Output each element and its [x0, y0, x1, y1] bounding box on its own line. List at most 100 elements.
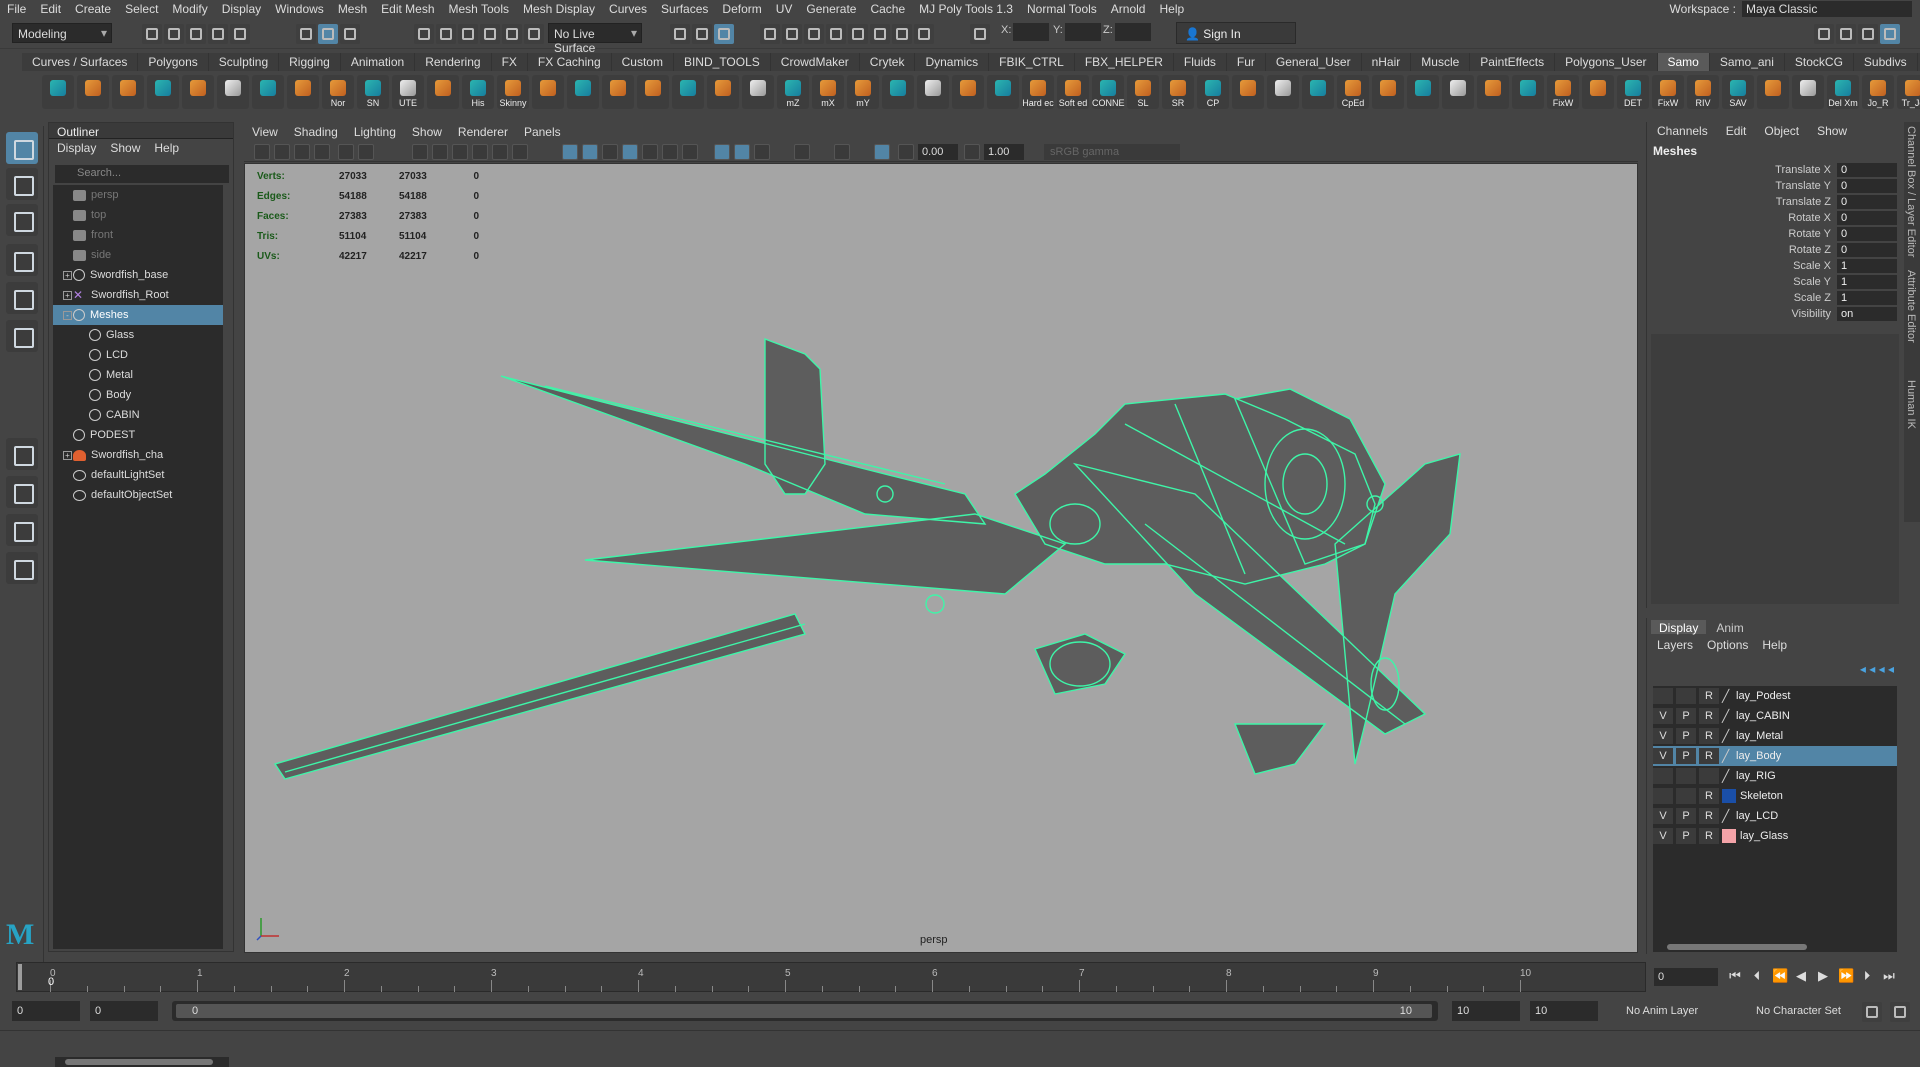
xray-joints-icon[interactable] [754, 144, 770, 160]
go-to-end-icon[interactable]: ⏭ [1882, 968, 1896, 984]
menu-mesh[interactable]: Mesh [331, 2, 374, 16]
layer-color-icon[interactable]: ╱ [1722, 769, 1736, 783]
shelf-button-icon[interactable]: His [462, 75, 494, 109]
channel-row[interactable]: Scale Y 1 [1647, 274, 1904, 290]
channel-row[interactable]: Scale Z 1 [1647, 290, 1904, 306]
shelf-button-icon[interactable]: mZ [777, 75, 809, 109]
render-setup-icon[interactable] [870, 24, 890, 44]
snap-grid-icon[interactable] [414, 24, 434, 44]
current-frame-field[interactable]: 0 [1654, 968, 1718, 986]
safe-action-icon[interactable] [512, 144, 528, 160]
light-editor-icon[interactable] [892, 24, 912, 44]
shelf-button-icon[interactable]: CP [1197, 75, 1229, 109]
modeling-toolkit-icon[interactable] [1814, 24, 1834, 44]
hypershade-icon[interactable] [848, 24, 868, 44]
menu-arnold[interactable]: Arnold [1104, 2, 1153, 16]
layer-tab-display[interactable]: Display [1651, 620, 1707, 635]
step-forward-frame-icon[interactable]: ⏵ [1860, 968, 1874, 984]
viewport-menu-renderer[interactable]: Renderer [450, 122, 516, 142]
shelf-tab-nhair[interactable]: nHair [1362, 53, 1412, 71]
layer-row[interactable]: R ╱ lay_Podest [1653, 686, 1897, 706]
shelf-button-icon[interactable] [1582, 75, 1614, 109]
layer-visibility-toggle[interactable] [1653, 788, 1673, 804]
command-line[interactable] [0, 1030, 1920, 1056]
smooth-shade-icon[interactable] [582, 144, 598, 160]
layer-reference-toggle[interactable]: R [1699, 788, 1719, 804]
film-gate-icon[interactable] [432, 144, 448, 160]
layer-menu-help[interactable]: Help [1762, 638, 1787, 652]
menu-edit[interactable]: Edit [33, 2, 68, 16]
input-ops-icon[interactable] [692, 24, 712, 44]
shelf-button-icon[interactable]: mX [812, 75, 844, 109]
shelf-button-icon[interactable] [427, 75, 459, 109]
shelf-button-icon[interactable] [287, 75, 319, 109]
channel-value-field[interactable]: 1 [1837, 259, 1897, 273]
layer-color-icon[interactable]: ╱ [1722, 689, 1736, 703]
exposure-icon[interactable] [898, 144, 914, 160]
menu-file[interactable]: File [0, 2, 33, 16]
menu-curves[interactable]: Curves [602, 2, 654, 16]
viewport-menu-lighting[interactable]: Lighting [346, 122, 404, 142]
select-tool-icon[interactable] [6, 132, 38, 164]
xray-icon[interactable] [734, 144, 750, 160]
outliner-item[interactable]: + Swordfish_cha [53, 445, 223, 465]
pause-icon[interactable] [914, 24, 934, 44]
menu-surfaces[interactable]: Surfaces [654, 2, 715, 16]
image-plane-icon[interactable] [314, 144, 330, 160]
playback-start-field[interactable]: 0 [90, 1001, 158, 1021]
layer-menu-options[interactable]: Options [1707, 638, 1748, 652]
shelf-button-icon[interactable] [532, 75, 564, 109]
ipr-render-icon[interactable] [804, 24, 824, 44]
layer-visibility-toggle[interactable]: V [1653, 748, 1673, 764]
layer-scrollbar[interactable] [1653, 942, 1897, 952]
playback-end-field[interactable]: 10 [1452, 1001, 1520, 1021]
menu-deform[interactable]: Deform [715, 2, 768, 16]
layer-playback-toggle[interactable] [1676, 688, 1696, 704]
shelf-button-icon[interactable] [672, 75, 704, 109]
channel-value-field[interactable]: 0 [1837, 227, 1897, 241]
channel-row[interactable]: Rotate Z 0 [1647, 242, 1904, 258]
channel-menu-object[interactable]: Object [1764, 124, 1799, 140]
layer-row[interactable]: V P R ╱ lay_LCD [1653, 806, 1897, 826]
shelf-button-icon[interactable]: Jo_R [1862, 75, 1894, 109]
layer-playback-toggle[interactable]: P [1676, 708, 1696, 724]
rotate-tool-icon[interactable] [6, 282, 38, 314]
channel-row[interactable]: Scale X 1 [1647, 258, 1904, 274]
tool-settings-icon[interactable] [1858, 24, 1878, 44]
channel-value-field[interactable]: 0 [1837, 179, 1897, 193]
layer-visibility-toggle[interactable] [1653, 688, 1673, 704]
z-field[interactable] [1115, 23, 1151, 41]
layer-visibility-toggle[interactable]: V [1653, 828, 1673, 844]
layer-row[interactable]: V P R ╱ lay_CABIN [1653, 706, 1897, 726]
shelf-tab-crowdmaker[interactable]: CrowdMaker [771, 53, 860, 71]
shelf-button-icon[interactable] [882, 75, 914, 109]
snap-surface-icon[interactable] [502, 24, 522, 44]
gate-mask-icon[interactable] [472, 144, 488, 160]
render-frame-icon[interactable] [760, 24, 780, 44]
render-settings-icon[interactable] [826, 24, 846, 44]
shelf-button-icon[interactable]: mY [847, 75, 879, 109]
outliner-item[interactable]: top [53, 205, 223, 225]
undo-icon[interactable] [208, 24, 228, 44]
shelf-button-icon[interactable]: DET [1617, 75, 1649, 109]
outliner-item[interactable]: + ✕ Swordfish_Root [53, 285, 223, 305]
shelf-button-icon[interactable] [112, 75, 144, 109]
isolate-select-icon[interactable] [714, 144, 730, 160]
character-set-dropdown[interactable]: No Character Set [1750, 1001, 1862, 1021]
layer-reference-toggle[interactable]: R [1699, 808, 1719, 824]
play-backwards-icon[interactable]: ◀ [1794, 968, 1808, 984]
magnet-icon[interactable] [524, 24, 544, 44]
shelf-tab-samo-ani[interactable]: Samo_ani [1710, 53, 1785, 71]
expand-toggle-icon[interactable]: + [63, 290, 72, 300]
layer-tab-anim[interactable]: Anim [1708, 620, 1751, 635]
outliner-item[interactable]: Glass [53, 325, 223, 345]
shelf-tab-rigging[interactable]: Rigging [279, 53, 341, 71]
shelf-button-icon[interactable]: FixW [1652, 75, 1684, 109]
shelf-button-icon[interactable]: FixW [1547, 75, 1579, 109]
shelf-tab-fluids[interactable]: Fluids [1174, 53, 1227, 71]
shelf-tab-muscle[interactable]: Muscle [1411, 53, 1471, 71]
layer-playback-toggle[interactable] [1676, 768, 1696, 784]
menu-mesh-tools[interactable]: Mesh Tools [442, 2, 516, 16]
render-seq-icon[interactable] [782, 24, 802, 44]
shelf-tab-curves-surfaces[interactable]: Curves / Surfaces [22, 53, 139, 71]
